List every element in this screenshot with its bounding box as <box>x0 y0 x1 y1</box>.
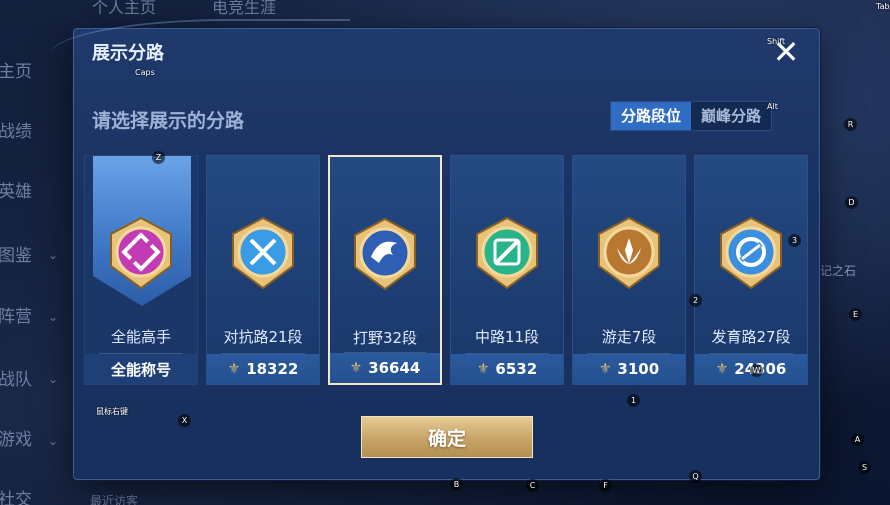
roam-badge-icon <box>598 216 660 290</box>
rank-points-icon: ⚜ <box>598 361 612 377</box>
top-tab-esports[interactable]: 电竞生涯 <box>212 0 276 18</box>
rank-points-icon: ⚜ <box>715 361 729 377</box>
rank-points-icon: ⚜ <box>227 361 241 377</box>
lane-card-roam[interactable]: 游走7段 ⚜ 3100 <box>572 155 686 385</box>
tab-peak-lane[interactable]: 巅峰分路 <box>691 102 771 130</box>
rank-points-icon: ⚜ <box>476 361 490 377</box>
key-hint-d: D <box>845 196 858 209</box>
chevron-down-icon: ⌄ <box>48 372 59 386</box>
dialog-subtitle: 请选择展示的分路 <box>92 110 245 132</box>
key-hint-z: Z <box>152 151 165 164</box>
rank-points-icon: ⚜ <box>349 360 363 376</box>
key-hint-a: A <box>851 433 864 446</box>
jungle-badge-icon <box>354 217 416 291</box>
lane-card-label: 全能高手 <box>110 328 171 346</box>
lane-card-mid[interactable]: 中路11段 ⚜ 6532 <box>450 155 564 385</box>
lane-card-label: 发育路27段 <box>711 328 791 346</box>
key-hint-e: E <box>849 308 862 321</box>
lane-card-all-round[interactable]: 全能高手 全能称号 <box>84 155 198 385</box>
lane-card-points: 18322 <box>246 360 299 378</box>
farm-lane-badge-icon <box>720 216 782 290</box>
lane-card-list: 全能高手 全能称号 对抗路21段 ⚜ 18322 打野32段 ⚜ 36644 中… <box>84 155 814 387</box>
key-hint-w: W <box>750 364 763 377</box>
mid-lane-badge-icon <box>476 216 538 290</box>
key-hint-f: F <box>599 479 612 492</box>
lane-card-label: 中路11段 <box>474 328 540 346</box>
recent-visitors-label: 最近访客 <box>90 494 139 505</box>
key-hint-3: 3 <box>788 234 801 247</box>
clash-lane-badge-icon <box>232 216 294 290</box>
lane-card-points: 3100 <box>617 360 660 378</box>
key-hint-r: R <box>844 118 857 131</box>
top-tab-profile[interactable]: 个人主页 <box>92 0 156 18</box>
key-hint-b: B <box>450 478 463 491</box>
lane-card-label: 游走7段 <box>601 328 657 346</box>
tab-lane-rank[interactable]: 分路段位 <box>611 102 692 130</box>
background-right-text: 记之石 <box>820 264 857 278</box>
key-hint-q: Q <box>689 470 702 483</box>
lane-type-tabs: 分路段位 巅峰分路 <box>610 101 773 131</box>
nav-item-record[interactable]: 战绩 <box>0 118 68 146</box>
lane-card-farm[interactable]: 发育路27段 ⚜ 24306 <box>694 155 808 385</box>
lane-card-jungle[interactable]: 打野32段 ⚜ 36644 <box>328 155 442 385</box>
key-hint-1: 1 <box>627 394 640 407</box>
key-hint-2: 2 <box>689 294 702 307</box>
confirm-button[interactable]: 确定 <box>361 416 533 458</box>
lane-card-label: 对抗路21段 <box>223 328 303 346</box>
key-hint-shift: Shift <box>767 37 786 46</box>
all-round-badge-icon <box>110 216 172 290</box>
key-hint-x: X <box>178 414 191 427</box>
chevron-down-icon: ⌄ <box>48 248 59 262</box>
key-hint-alt: Alt <box>767 102 778 111</box>
lane-card-clash[interactable]: 对抗路21段 ⚜ 18322 <box>206 155 320 385</box>
dialog-title: 展示分路 <box>92 43 164 64</box>
lane-card-points: 36644 <box>368 359 421 377</box>
key-hint-right-mouse: 鼠标右键 <box>96 407 128 416</box>
key-hint-s: S <box>858 461 871 474</box>
lane-display-dialog: 展示分路 ✕ 请选择展示的分路 分路段位 巅峰分路 全能高手 全能称号 对抗路2… <box>50 19 820 480</box>
lane-card-points: 6532 <box>495 360 538 378</box>
nav-item-social[interactable]: 社交 <box>0 486 68 505</box>
chevron-down-icon: ⌄ <box>48 434 59 448</box>
key-hint-tab: Tab <box>876 2 890 11</box>
chevron-down-icon: ⌄ <box>48 310 59 324</box>
key-hint-c: C <box>526 479 539 492</box>
lane-card-title-text: 全能称号 <box>110 360 171 379</box>
key-hint-caps: Caps <box>135 68 155 77</box>
lane-card-label: 打野32段 <box>352 329 418 347</box>
nav-item-hero[interactable]: 英雄 <box>0 178 68 206</box>
